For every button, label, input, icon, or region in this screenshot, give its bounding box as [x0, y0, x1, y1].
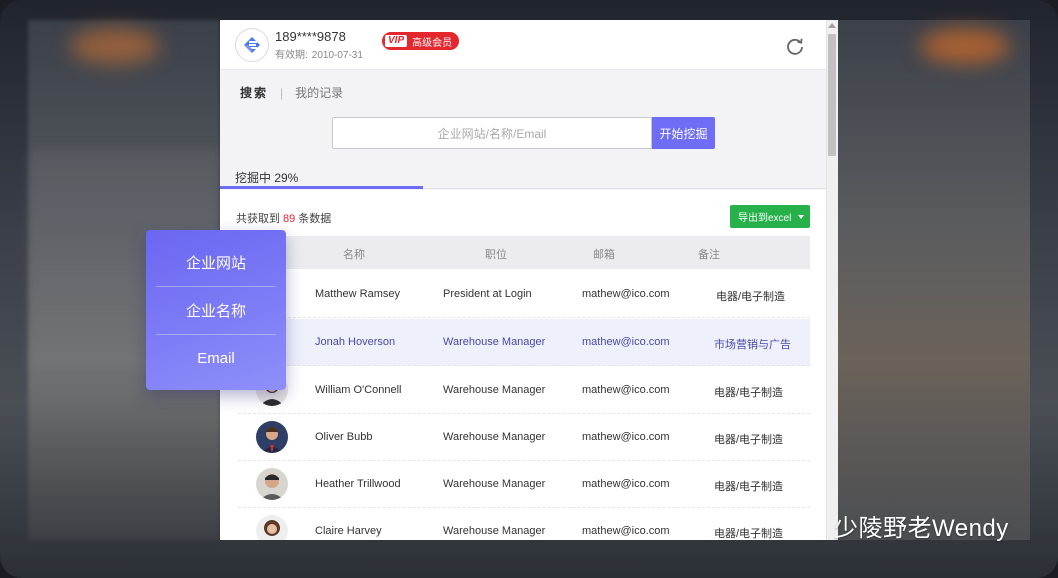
column-header-position: 职位 [485, 249, 507, 261]
table-row[interactable]: Heather Trillwood Warehouse Manager math… [238, 461, 810, 508]
watermark-text: 少陵野老Wendy [834, 515, 1009, 542]
results-count: 共获取到 89 条数据 [236, 210, 331, 226]
cell-name: Claire Harvey [315, 525, 382, 537]
table-row[interactable]: William O'Connell Warehouse Manager math… [238, 367, 810, 414]
wechat-icon [789, 513, 825, 538]
cell-name: Oliver Bubb [315, 431, 373, 443]
validity-label: 有效期: [275, 50, 308, 61]
app-header: 189****9878 有效期: 2010-07-31 VIP 高级会员 [220, 20, 838, 70]
tab-active-indicator [220, 186, 423, 189]
account-validity: 有效期: 2010-07-31 [275, 46, 363, 61]
cell-position: Warehouse Manager [443, 431, 546, 443]
table-row[interactable]: Oliver Bubb Warehouse Manager mathew@ico… [238, 414, 810, 461]
table-row[interactable]: Matthew Ramsey President at Login mathew… [238, 271, 810, 318]
app-logo-icon [244, 37, 260, 53]
table-row[interactable]: Jonah Hoverson Warehouse Manager mathew@… [238, 319, 810, 366]
table-header: 名称 职位 邮箱 备注 [238, 236, 810, 269]
backdrop-right [838, 20, 1030, 540]
cell-email: mathew@ico.com [582, 525, 670, 537]
cell-position: Warehouse Manager [443, 525, 546, 537]
results-number: 89 [283, 213, 296, 225]
top-nav: 搜索 | 我的记录 [240, 84, 343, 101]
vip-label: 高级会员 [412, 37, 453, 49]
watermark: 少陵野老Wendy [784, 508, 1009, 543]
validity-date: 2010-07-31 [311, 50, 363, 61]
table-row[interactable]: Claire Harvey Warehouse Manager mathew@i… [238, 508, 810, 540]
backdrop-glow-left [70, 28, 160, 64]
cell-email: mathew@ico.com [582, 384, 670, 396]
cell-email: mathew@ico.com [582, 431, 670, 443]
cell-note: 电器/电子制造 [714, 481, 784, 493]
backdrop-glow-right [920, 28, 1010, 64]
results-suffix: 条数据 [298, 213, 332, 225]
cell-name: Matthew Ramsey [315, 288, 400, 300]
app-logo [235, 28, 269, 62]
cell-note: 电器/电子制造 [716, 291, 786, 303]
cell-note: 市场营销与广告 [714, 339, 791, 351]
vip-tag: VIP [385, 35, 408, 47]
refresh-icon[interactable] [785, 36, 805, 56]
cell-email: mathew@ico.com [582, 478, 670, 490]
cell-note: 电器/电子制造 [714, 528, 784, 540]
results-prefix: 共获取到 [236, 213, 280, 225]
cell-position: Warehouse Manager [443, 478, 546, 490]
cell-position: President at Login [443, 288, 532, 300]
cell-name: William O'Connell [315, 384, 402, 396]
cell-note: 电器/电子制造 [714, 434, 784, 446]
avatar [256, 468, 288, 500]
search-input[interactable]: 企业网站/名称/Email [332, 117, 652, 149]
chevron-down-icon [798, 215, 804, 219]
column-header-note: 备注 [698, 249, 720, 261]
tab-search[interactable]: 搜索 [240, 84, 268, 101]
account-phone: 189****9878 [275, 29, 346, 44]
nav-divider: | [280, 85, 284, 100]
start-mining-button[interactable]: 开始挖掘 [652, 117, 715, 149]
cell-position: Warehouse Manager [443, 384, 546, 396]
scrollbar-thumb[interactable] [828, 34, 836, 156]
dropdown-option-company-name[interactable]: 企业名称 [146, 286, 286, 334]
avatar [256, 515, 288, 540]
export-label: 导出到excel [738, 213, 792, 224]
vip-badge: VIP 高级会员 [382, 32, 460, 50]
results-panel: 共获取到 89 条数据 导出到excel 名称 职位 邮箱 备注 Matthew R… [220, 190, 826, 540]
scroll-up-arrow-icon[interactable] [828, 23, 836, 28]
cell-name: Jonah Hoverson [315, 336, 396, 348]
export-excel-button[interactable]: 导出到excel [730, 205, 810, 228]
cell-position: Warehouse Manager [443, 336, 546, 348]
app-window: 189****9878 有效期: 2010-07-31 VIP 高级会员 搜索 |… [220, 20, 838, 540]
column-header-email: 邮箱 [593, 249, 615, 261]
cell-name: Heather Trillwood [315, 478, 401, 490]
dropdown-option-website[interactable]: 企业网站 [146, 238, 286, 286]
search-type-dropdown: 企业网站 企业名称 Email [146, 230, 286, 390]
cell-note: 电器/电子制造 [714, 387, 784, 399]
cell-email: mathew@ico.com [582, 336, 670, 348]
tab-mining-progress[interactable]: 挖掘中 29% [235, 169, 298, 186]
tab-my-records[interactable]: 我的记录 [295, 84, 343, 101]
column-header-name: 名称 [343, 249, 365, 261]
avatar [256, 421, 288, 453]
cell-email: mathew@ico.com [582, 288, 670, 300]
dropdown-option-email[interactable]: Email [146, 334, 286, 382]
